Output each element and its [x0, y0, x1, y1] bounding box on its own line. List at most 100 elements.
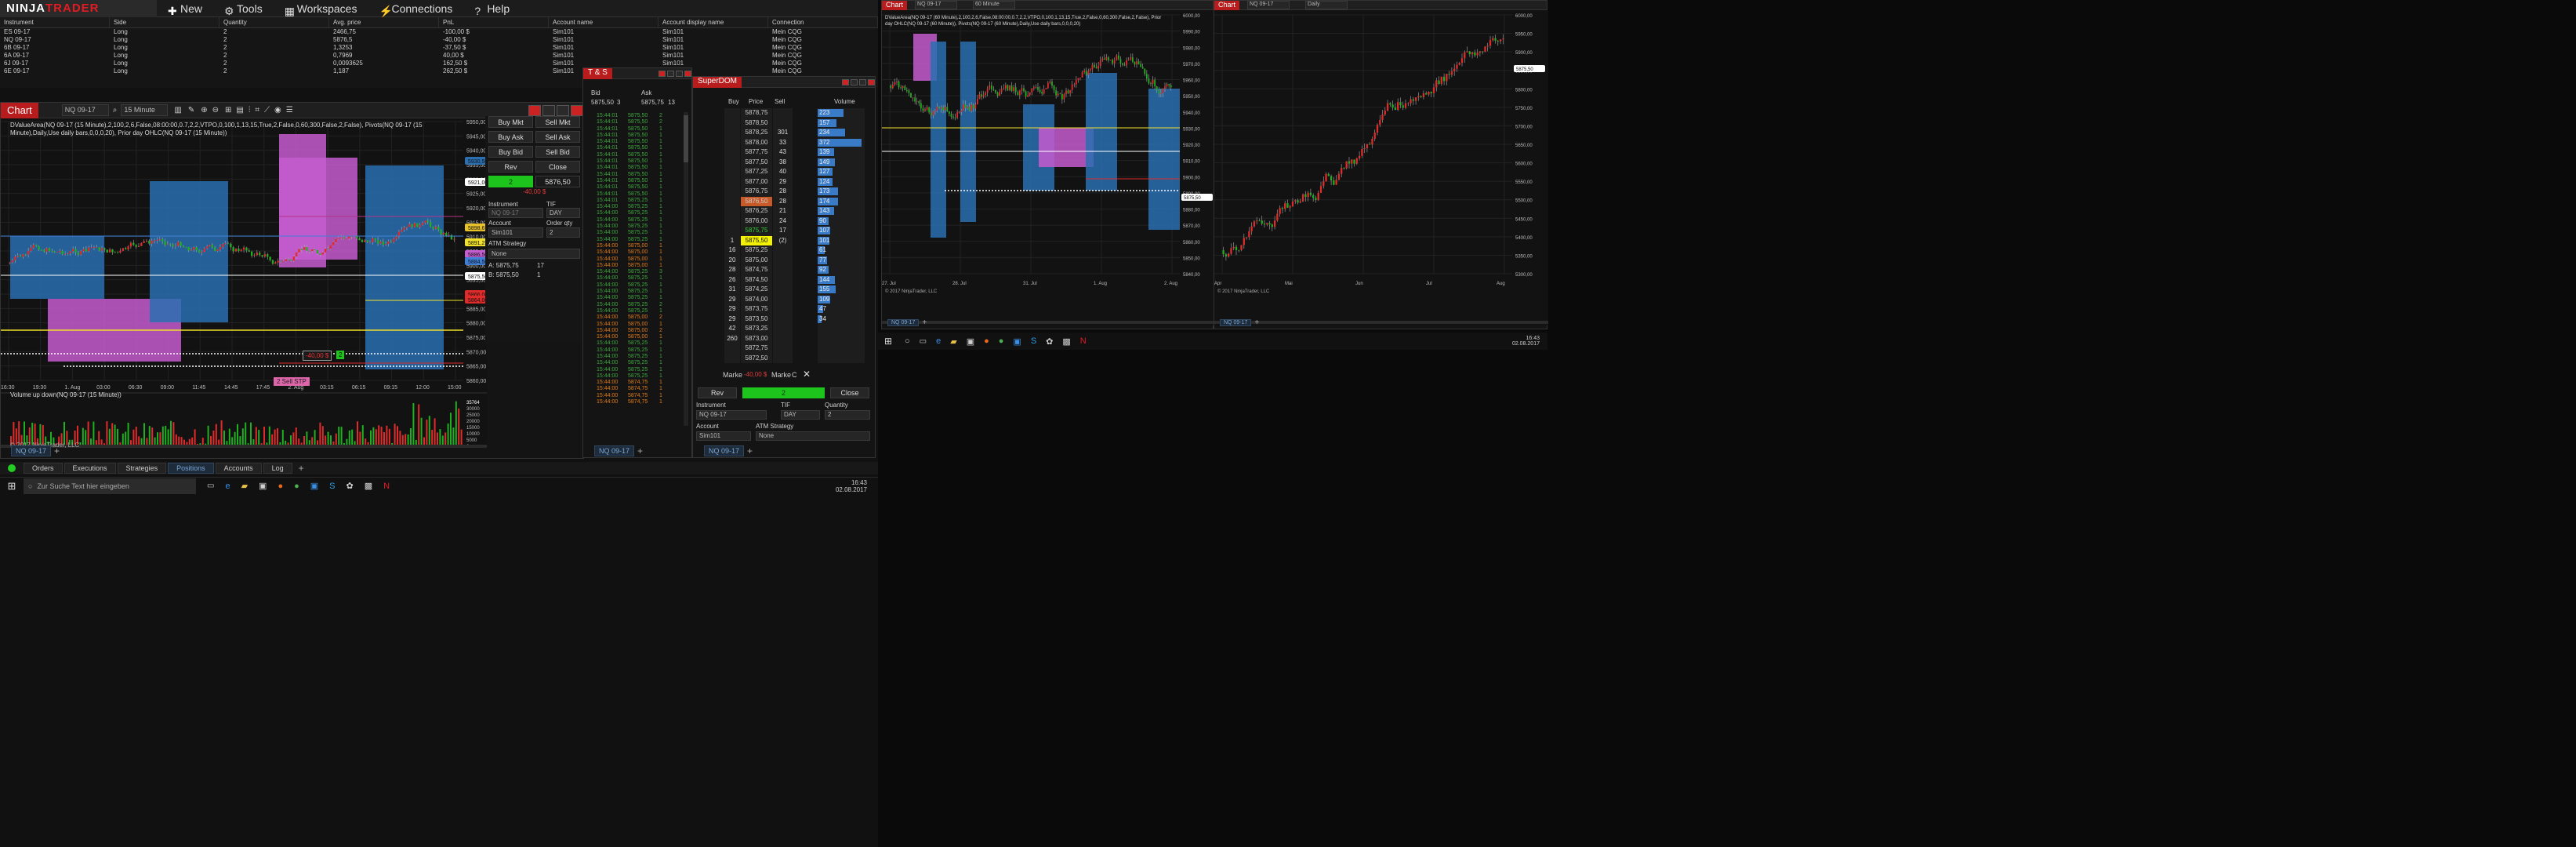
add-tab-icon[interactable]: +: [54, 445, 60, 456]
chart1-maximize-button[interactable]: [557, 104, 569, 116]
sell-ask-button[interactable]: Sell Ask: [535, 131, 580, 143]
dom-ladder-row[interactable]: 20 5875,00 77: [724, 255, 869, 265]
menu-help[interactable]: ? Help: [463, 0, 521, 17]
ts-link-button[interactable]: [659, 70, 666, 77]
sell-mkt-button[interactable]: Sell Mkt: [535, 116, 580, 128]
dom-market-right[interactable]: Marke: [771, 371, 791, 379]
dom-quantity-stepper[interactable]: 2: [825, 410, 870, 420]
chart1-canvas[interactable]: 5950,005945,005940,005935,005930,005925,…: [1, 118, 487, 448]
ts-tab[interactable]: NQ 09-17: [594, 445, 635, 456]
dom-ladder-row[interactable]: 42 5873,25: [724, 324, 869, 334]
add-tab-plus-icon[interactable]: +: [299, 463, 304, 474]
tif-select[interactable]: DAY: [546, 208, 580, 218]
ts-scrollbar[interactable]: [684, 112, 688, 426]
skype-icon[interactable]: S: [329, 482, 335, 491]
task-view-icon-right[interactable]: ▭: [920, 337, 927, 346]
store-icon[interactable]: ▣: [259, 481, 267, 491]
dom-ladder-row[interactable]: 5878,50 157: [724, 118, 869, 128]
taskbar-clock[interactable]: 16:43 02.08.2017: [836, 479, 878, 493]
positions-col-header[interactable]: Connection: [768, 17, 878, 27]
ts-close-button[interactable]: [684, 70, 691, 77]
ts-maximize-button[interactable]: [676, 70, 683, 77]
taskbar-right-clock[interactable]: 16:43 02.08.2017: [1512, 336, 1547, 347]
app-icon-right-1[interactable]: ▣: [1013, 336, 1021, 347]
reverse-button[interactable]: Rev: [488, 161, 533, 173]
dom-ladder-row[interactable]: 5878,75 223: [724, 108, 869, 118]
account-select[interactable]: Sim101: [488, 227, 543, 238]
windows-start-icon[interactable]: ⊞: [0, 480, 24, 493]
pencil-icon[interactable]: ✎: [188, 106, 194, 115]
start-icon-right[interactable]: ⊞: [878, 336, 898, 347]
close-position-button[interactable]: Close: [535, 161, 580, 173]
app-icon-3[interactable]: ▩: [365, 481, 372, 491]
positions-col-header[interactable]: Avg. price: [329, 17, 439, 27]
instrument-select[interactable]: NQ 09-17: [488, 208, 543, 218]
dom-ladder-row[interactable]: 5872,50: [724, 353, 869, 363]
dom-add-tab-icon[interactable]: +: [747, 445, 753, 456]
chrome-icon-right[interactable]: ●: [999, 336, 1004, 346]
firefox-icon[interactable]: ●: [278, 482, 283, 491]
chart1-interval-select[interactable]: 15 Minute: [121, 104, 169, 116]
dom-ladder-row[interactable]: 29 5873,50 34: [724, 314, 869, 324]
dom-ladder-row[interactable]: 5872,75: [724, 344, 869, 354]
chart1-menu-icon[interactable]: ☰: [286, 106, 293, 115]
dom-ladder-row[interactable]: 5876,50 28 174: [724, 196, 869, 206]
tab-log[interactable]: Log: [263, 463, 292, 474]
buy-bid-button[interactable]: Buy Bid: [488, 146, 533, 158]
ts-add-tab-icon[interactable]: +: [637, 445, 643, 456]
dom-account-select[interactable]: Sim101: [696, 431, 751, 441]
chart1-order-qty-marker[interactable]: 2: [336, 351, 345, 359]
dom-instrument-select[interactable]: NQ 09-17: [696, 410, 767, 420]
dom-ladder-row[interactable]: 5877,75 43 139: [724, 147, 869, 158]
app-icon-1[interactable]: ▣: [310, 481, 318, 491]
chart3-tab[interactable]: NQ 09-17: [1220, 319, 1252, 326]
menu-new[interactable]: ✚ New: [157, 0, 213, 17]
dom-close-button[interactable]: [868, 78, 875, 85]
tab-positions[interactable]: Positions: [168, 463, 214, 474]
menu-tools[interactable]: ⚙ Tools: [213, 0, 274, 17]
app-icon-right-3[interactable]: ▩: [1062, 336, 1070, 347]
positions-col-header[interactable]: PnL: [439, 17, 549, 27]
app-icon-right-2[interactable]: ✿: [1046, 336, 1053, 347]
dom-market-left[interactable]: Marke: [723, 371, 742, 379]
explorer-icon-right[interactable]: ▰: [950, 336, 956, 347]
dom-ladder-row[interactable]: 5877,50 38 149: [724, 157, 869, 167]
chart2-tab[interactable]: NQ 09-17: [887, 319, 920, 326]
chart2-add-tab-icon[interactable]: +: [922, 318, 927, 327]
zoom-in-icon[interactable]: ⊕: [201, 106, 207, 115]
chart3-interval-select[interactable]: Daily: [1305, 1, 1348, 9]
task-view-icon[interactable]: ▭: [207, 482, 214, 490]
dom-cancel-icon[interactable]: ✕: [803, 369, 811, 380]
dom-ladder-row[interactable]: 29 5874,00 109: [724, 294, 869, 304]
dom-ladder-row[interactable]: 5876,25 21 143: [724, 206, 869, 216]
chart3-canvas[interactable]: 6000,005950,005900,005850,005800,005750,…: [1214, 10, 1548, 325]
ts-minimize-button[interactable]: [667, 70, 674, 77]
dom-ladder-row[interactable]: 5878,25 301 234: [724, 128, 869, 138]
zoom-out-icon[interactable]: ⊖: [212, 106, 219, 115]
chart1-pnl-marker[interactable]: -40,00 $: [303, 351, 332, 361]
dom-ladder[interactable]: 5878,75 223 5878,50 157 5878,25 301 234 5878,00…: [724, 108, 869, 363]
chart2-interval-select[interactable]: 60 Minute: [973, 1, 1016, 9]
chart1-stop-marker[interactable]: 2 Sell STP: [274, 377, 310, 386]
app-icon-2[interactable]: ✿: [346, 481, 354, 491]
dom-ladder-row[interactable]: 28 5874,75 92: [724, 265, 869, 275]
dom-close-button[interactable]: Close: [830, 387, 869, 398]
chart3-add-tab-icon[interactable]: +: [1254, 318, 1259, 327]
edge-icon-right[interactable]: e: [936, 336, 941, 346]
buy-mkt-button[interactable]: Buy Mkt: [488, 116, 533, 128]
dom-ladder-row[interactable]: 1 5875,50 (2) 101: [724, 235, 869, 245]
tab-strategies[interactable]: Strategies: [117, 463, 167, 474]
sell-bid-button[interactable]: Sell Bid: [535, 146, 580, 158]
tab-executions[interactable]: Executions: [63, 463, 116, 474]
explorer-icon[interactable]: ▰: [241, 481, 248, 491]
chart1-tab[interactable]: NQ 09-17: [11, 445, 52, 456]
positions-col-header[interactable]: Account display name: [659, 17, 768, 27]
chart1-link-button[interactable]: [528, 104, 541, 116]
drawing-icon[interactable]: ⟋: [264, 106, 270, 115]
dom-minimize-button[interactable]: [851, 78, 858, 85]
dom-maximize-button[interactable]: [859, 78, 866, 85]
menu-workspaces[interactable]: ▦ Workspaces: [274, 0, 368, 17]
crosshair-icon[interactable]: ⊞: [225, 106, 231, 115]
bar-type-icon[interactable]: ▥: [174, 106, 181, 115]
dom-tif-select[interactable]: DAY: [781, 410, 820, 420]
